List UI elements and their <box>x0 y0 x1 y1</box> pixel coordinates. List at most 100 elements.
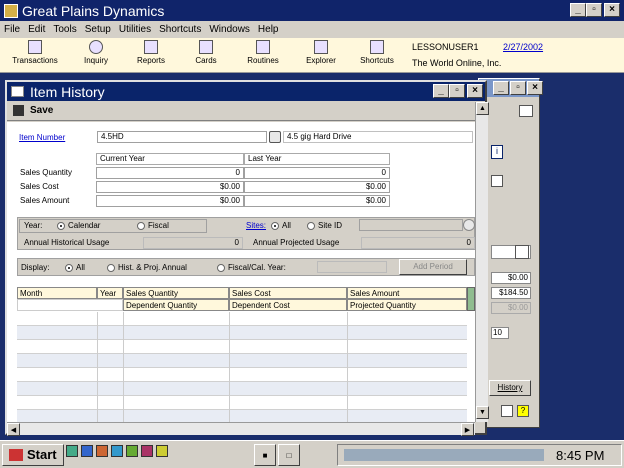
horizontal-scrollbar[interactable]: ◀ ▶ <box>7 422 475 436</box>
display-label: Display: <box>21 263 50 272</box>
toolbar-cards[interactable]: Cards <box>188 40 224 65</box>
toolbar-routines[interactable]: Routines <box>240 40 286 65</box>
year-label: Year: <box>24 221 43 230</box>
bg-restore-icon[interactable]: ▫ <box>510 81 526 95</box>
item-lookup-icon[interactable] <box>269 131 281 143</box>
site-lookup-icon[interactable] <box>463 219 475 231</box>
scroll-left-icon[interactable]: ◀ <box>7 423 20 436</box>
menu-help[interactable]: Help <box>254 24 283 35</box>
window-close-icon[interactable]: × <box>467 84 483 98</box>
table-row[interactable] <box>17 368 467 382</box>
menu-file[interactable]: File <box>0 24 24 35</box>
table-row[interactable] <box>17 382 467 396</box>
history-button[interactable]: History <box>489 380 531 396</box>
table-row[interactable] <box>17 326 467 340</box>
sales-amount-last[interactable]: $0.00 <box>244 195 390 207</box>
right-value-1: $0.00 <box>491 272 531 284</box>
close-icon[interactable]: × <box>604 3 620 17</box>
radio-selected-icon <box>271 221 279 230</box>
calendar-radio[interactable]: Calendar <box>57 221 100 230</box>
sales-amount-current[interactable]: $0.00 <box>96 195 244 207</box>
quicklaunch-icon[interactable] <box>66 445 78 457</box>
sites-link[interactable]: Sites: <box>246 221 266 230</box>
menu-setup[interactable]: Setup <box>81 24 115 35</box>
quicklaunch-icon[interactable] <box>156 445 168 457</box>
explorer-icon <box>314 40 328 54</box>
menu-tools[interactable]: Tools <box>49 24 80 35</box>
start-button[interactable]: Start <box>2 443 64 466</box>
sales-cost-label: Sales Cost <box>20 182 59 191</box>
menu-windows[interactable]: Windows <box>205 24 254 35</box>
app-title-bar: Great Plains Dynamics _ ▫ × <box>0 0 624 21</box>
transactions-icon <box>28 40 42 54</box>
table-row[interactable] <box>17 340 467 354</box>
item-number-field[interactable]: 4.5HD <box>97 131 267 143</box>
quicklaunch-icon[interactable] <box>111 445 123 457</box>
info-icon[interactable]: i <box>491 145 503 159</box>
quicklaunch-icon[interactable] <box>96 445 108 457</box>
radio-icon <box>137 221 145 230</box>
item-number-link[interactable]: Item Number <box>19 133 65 142</box>
toolbar-transactions[interactable]: Transactions <box>10 40 60 65</box>
bg-close-icon[interactable]: × <box>527 81 543 95</box>
display-hist-radio[interactable]: Hist. & Proj. Annual <box>107 263 187 272</box>
taskbar-app-button[interactable]: ■ <box>254 444 276 466</box>
menu-utilities[interactable]: Utilities <box>115 24 155 35</box>
toolbar-explorer[interactable]: Explorer <box>300 40 342 65</box>
table-row[interactable] <box>17 354 467 368</box>
eraser-icon[interactable] <box>501 405 513 417</box>
vertical-scrollbar[interactable]: ▲ ▼ <box>475 102 489 422</box>
quick-launch <box>66 445 216 465</box>
menu-shortcuts[interactable]: Shortcuts <box>155 24 205 35</box>
window-restore-icon[interactable]: ▫ <box>449 84 465 98</box>
quicklaunch-icon[interactable] <box>141 445 153 457</box>
sales-cost-current[interactable]: $0.00 <box>96 181 244 193</box>
windows-logo-icon <box>9 448 23 461</box>
scroll-down-icon[interactable]: ▼ <box>476 406 489 419</box>
restore-icon[interactable]: ▫ <box>586 3 602 17</box>
sales-cost-last[interactable]: $0.00 <box>244 181 390 193</box>
table-row[interactable] <box>17 312 467 326</box>
user-date[interactable]: 2/27/2002 <box>503 42 543 52</box>
lookup-icon[interactable] <box>491 175 503 187</box>
table-row[interactable] <box>17 396 467 410</box>
display-fiscal-radio[interactable]: Fiscal/Cal. Year: <box>217 263 286 272</box>
lookup-icon-2[interactable] <box>515 245 529 259</box>
routines-icon <box>256 40 270 54</box>
form-area: Item Number 4.5HD 4.5 gig Hard Drive Cur… <box>7 122 475 424</box>
window-title: Item History <box>30 83 105 100</box>
app-title: Great Plains Dynamics <box>22 2 165 19</box>
display-all-radio[interactable]: All <box>65 263 85 272</box>
sites-all-radio[interactable]: All <box>271 221 291 230</box>
fiscal-year-field <box>317 261 387 273</box>
sales-quantity-last[interactable]: 0 <box>244 167 390 179</box>
window-title-bar: Item History _ ▫ × <box>7 82 485 101</box>
minimize-icon[interactable]: _ <box>570 3 586 17</box>
quicklaunch-icon[interactable] <box>126 445 138 457</box>
expand-grid-icon[interactable] <box>467 287 475 311</box>
toolbar-inquiry[interactable]: Inquiry <box>76 40 116 65</box>
toolbar: Transactions Inquiry Reports Cards Routi… <box>0 38 624 73</box>
menu-edit[interactable]: Edit <box>24 24 49 35</box>
sales-quantity-current[interactable]: 0 <box>96 167 244 179</box>
save-button[interactable]: Save <box>30 105 53 116</box>
add-period-button[interactable]: Add Period <box>399 259 467 275</box>
clock: 8:45 PM <box>556 447 605 463</box>
scroll-up-icon[interactable]: ▲ <box>476 102 489 115</box>
taskbar: Start ■ □ 8:45 PM <box>0 440 624 468</box>
quicklaunch-icon[interactable] <box>81 445 93 457</box>
item-history-window: Item History _ ▫ × Save Item Number 4.5H… <box>5 80 489 436</box>
scroll-right-icon[interactable]: ▶ <box>461 423 474 436</box>
toolbar-reports[interactable]: Reports <box>130 40 172 65</box>
site-id-radio[interactable]: Site ID <box>307 221 342 230</box>
radio-icon <box>107 263 115 272</box>
window-icon <box>11 86 24 97</box>
fiscal-radio[interactable]: Fiscal <box>137 221 169 230</box>
print-icon[interactable] <box>519 105 533 117</box>
bg-minimize-icon[interactable]: _ <box>493 81 509 95</box>
taskbar-app-button-2[interactable]: □ <box>278 444 300 466</box>
help-icon[interactable]: ? <box>517 405 529 417</box>
annual-historical-value: 0 <box>143 237 243 249</box>
toolbar-shortcuts[interactable]: Shortcuts <box>354 40 400 65</box>
window-minimize-icon[interactable]: _ <box>433 84 449 98</box>
